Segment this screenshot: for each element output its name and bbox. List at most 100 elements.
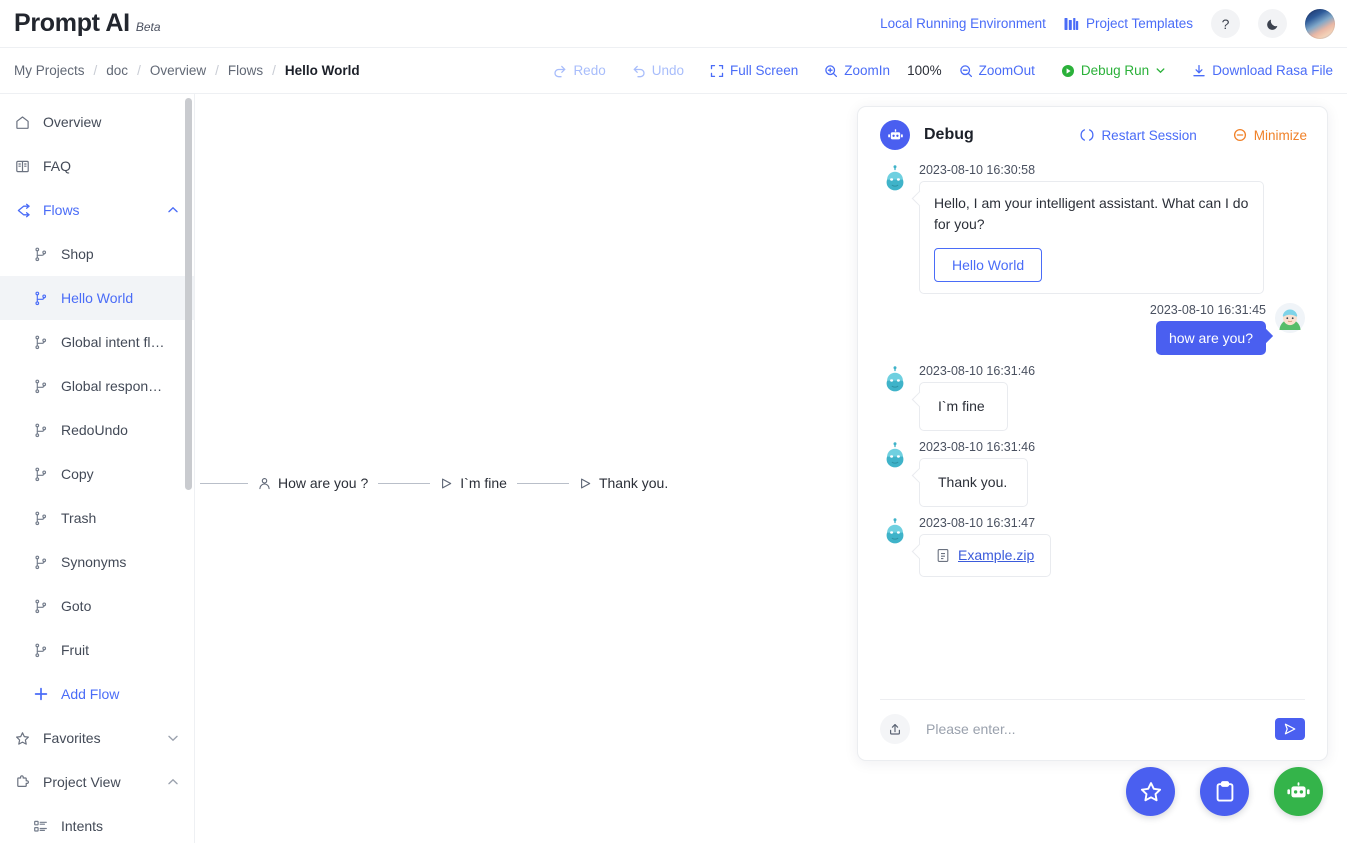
- sidebar-item-flows[interactable]: Flows: [0, 188, 194, 232]
- file-download-link[interactable]: Example.zip: [958, 545, 1034, 566]
- sidebar-item-global-response[interactable]: Global respon…: [0, 364, 194, 408]
- help-button[interactable]: ?: [1211, 9, 1240, 38]
- sidebar-item-label: Global respon…: [61, 378, 163, 394]
- chevron-down-icon[interactable]: [166, 731, 180, 745]
- undo-button[interactable]: Undo: [619, 63, 697, 78]
- undo-label: Undo: [651, 63, 684, 78]
- branch-icon: [32, 642, 49, 659]
- breadcrumb-item-1[interactable]: doc: [106, 63, 128, 78]
- sidebar-item-label: Project View: [43, 774, 121, 790]
- theme-toggle-button[interactable]: [1258, 9, 1287, 38]
- clipboard-fab[interactable]: [1200, 767, 1249, 816]
- puzzle-icon: [14, 774, 31, 791]
- sidebar-item-shop[interactable]: Shop: [0, 232, 194, 276]
- sidebar-item-label: FAQ: [43, 158, 72, 174]
- reply-node-icon: [440, 477, 453, 490]
- message-column: 2023-08-10 16:31:47 Example.zip: [919, 516, 1052, 577]
- branch-icon: [32, 378, 49, 395]
- sidebar-item-global-intent-flow[interactable]: Global intent fl…: [0, 320, 194, 364]
- send-icon: [1283, 722, 1297, 736]
- debug-message-list[interactable]: 2023-08-10 16:30:58 Hello, I am your int…: [858, 163, 1327, 699]
- chat-input[interactable]: [924, 720, 1261, 738]
- minimize-label: Minimize: [1253, 127, 1307, 143]
- sidebar-item-synonyms[interactable]: Synonyms: [0, 540, 194, 584]
- user-message-bubble: how are you?: [1155, 321, 1266, 355]
- minimize-icon: [1233, 128, 1247, 142]
- sidebar-item-label: Hello World: [61, 290, 134, 306]
- flow-node-user-message[interactable]: How are you ?: [248, 475, 378, 491]
- flow-node-bot-reply-2[interactable]: Thank you.: [569, 475, 678, 491]
- add-flow-button[interactable]: Add Flow: [0, 672, 194, 716]
- sidebar-item-intents[interactable]: Intents: [0, 804, 194, 843]
- sidebar-item-faq[interactable]: FAQ: [0, 144, 194, 188]
- toolbar: My Projects / doc / Overview / Flows / H…: [0, 48, 1347, 94]
- breadcrumb-item-0[interactable]: My Projects: [14, 63, 85, 78]
- flow-node-label: Thank you.: [598, 475, 669, 491]
- clipboard-icon: [1213, 780, 1237, 804]
- branch-icon: [32, 466, 49, 483]
- send-button[interactable]: [1275, 718, 1305, 740]
- restart-session-button[interactable]: Restart Session: [1080, 128, 1197, 143]
- zoom-out-button[interactable]: ZoomOut: [946, 63, 1048, 78]
- message-column: 2023-08-10 16:30:58 Hello, I am your int…: [919, 163, 1264, 294]
- quick-reply-hello-world-button[interactable]: Hello World: [934, 248, 1043, 282]
- upload-button[interactable]: [880, 714, 910, 744]
- project-templates-link[interactable]: Project Templates: [1064, 16, 1193, 31]
- download-rasa-file-button[interactable]: Download Rasa File: [1179, 63, 1333, 78]
- debug-panel-header: Debug Restart Session Minimize: [858, 107, 1327, 163]
- message-timestamp: 2023-08-10 16:31:45: [1149, 303, 1266, 317]
- flow-graph: How are you ? I`m fine Thank you.: [200, 475, 678, 491]
- bot-avatar: [880, 440, 910, 470]
- sidebar-item-trash[interactable]: Trash: [0, 496, 194, 540]
- chat-message: 2023-08-10 16:31:46 Thank you.: [880, 440, 1305, 507]
- sidebar-item-label: Fruit: [61, 642, 89, 658]
- debug-run-button[interactable]: Debug Run: [1048, 63, 1179, 78]
- bot-avatar: [880, 516, 910, 546]
- flow-icon: [14, 202, 31, 219]
- full-screen-label: Full Screen: [730, 63, 799, 78]
- breadcrumb-item-4: Hello World: [284, 63, 360, 78]
- sidebar-item-copy[interactable]: Copy: [0, 452, 194, 496]
- avatar[interactable]: [1305, 8, 1335, 39]
- sidebar-item-project-view[interactable]: Project View: [0, 760, 194, 804]
- chat-message: 2023-08-10 16:31:47 Example.zip: [880, 516, 1305, 577]
- bot-avatar: [880, 364, 910, 394]
- breadcrumb: My Projects / doc / Overview / Flows / H…: [14, 63, 360, 78]
- sidebar-item-goto[interactable]: Goto: [0, 584, 194, 628]
- bot-file-bubble: Example.zip: [919, 534, 1052, 577]
- sidebar-item-hello-world[interactable]: Hello World: [0, 276, 194, 320]
- sidebar-item-redoundo[interactable]: RedoUndo: [0, 408, 194, 452]
- user-avatar: [1275, 303, 1305, 333]
- zoom-in-button[interactable]: ZoomIn: [811, 63, 903, 78]
- message-timestamp: 2023-08-10 16:31:46: [919, 364, 1036, 378]
- app-root: Prompt AI Beta Local Running Environment…: [0, 0, 1347, 843]
- download-rasa-file-label: Download Rasa File: [1212, 63, 1333, 78]
- redo-button[interactable]: Redo: [540, 63, 618, 78]
- local-running-environment-link[interactable]: Local Running Environment: [880, 16, 1046, 31]
- flow-node-bot-reply-1[interactable]: I`m fine: [430, 475, 517, 491]
- flow-edge: [200, 482, 248, 484]
- flow-node-label: How are you ?: [278, 475, 369, 491]
- sidebar-item-label: RedoUndo: [61, 422, 128, 438]
- flow-canvas[interactable]: How are you ? I`m fine Thank you. Debug …: [195, 94, 1347, 843]
- chevron-up-icon[interactable]: [166, 203, 180, 217]
- moon-icon: [1266, 17, 1280, 31]
- chevron-up-icon[interactable]: [166, 775, 180, 789]
- upload-icon: [888, 722, 902, 736]
- favorites-fab[interactable]: [1126, 767, 1175, 816]
- robot-fab[interactable]: [1274, 767, 1323, 816]
- sidebar-item-overview[interactable]: Overview: [0, 100, 194, 144]
- redo-icon: [553, 64, 567, 78]
- brand: Prompt AI Beta: [14, 9, 161, 38]
- robot-icon: [880, 120, 910, 150]
- sidebar-scrollbar[interactable]: [185, 98, 192, 490]
- breadcrumb-item-2[interactable]: Overview: [150, 63, 206, 78]
- download-icon: [1192, 64, 1206, 78]
- breadcrumb-item-3[interactable]: Flows: [228, 63, 263, 78]
- sidebar-item-fruit[interactable]: Fruit: [0, 628, 194, 672]
- full-screen-button[interactable]: Full Screen: [697, 63, 811, 78]
- minimize-button[interactable]: Minimize: [1233, 128, 1307, 143]
- topbar-actions: Local Running Environment Project Templa…: [880, 8, 1335, 39]
- sidebar-item-favorites[interactable]: Favorites: [0, 716, 194, 760]
- robot-icon: [1286, 779, 1311, 804]
